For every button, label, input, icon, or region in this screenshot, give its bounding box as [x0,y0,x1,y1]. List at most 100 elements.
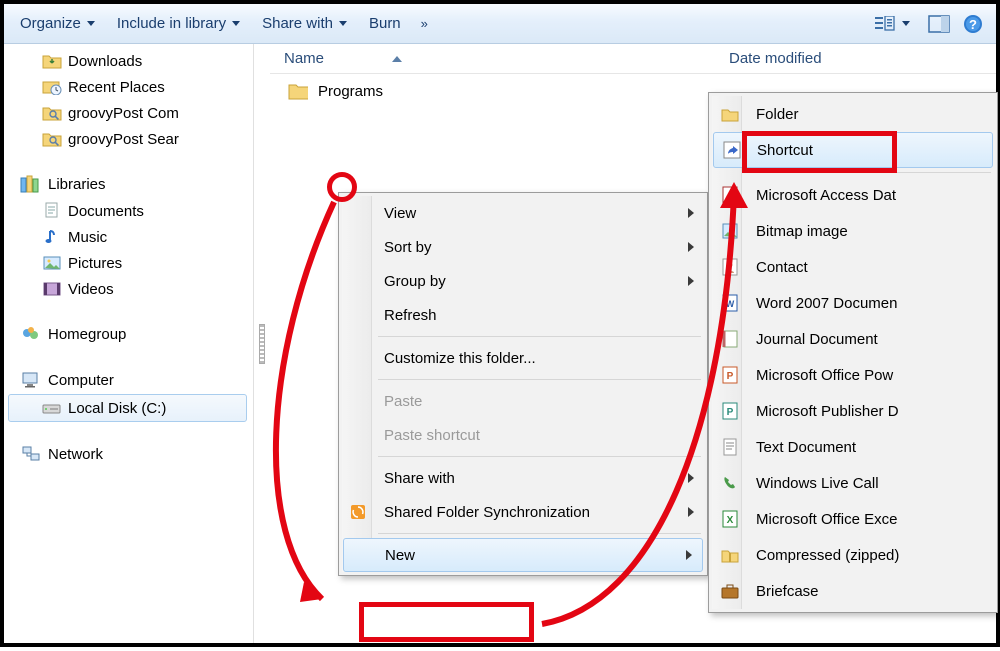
search-folder-icon [42,104,62,122]
ctx-group-by[interactable]: Group by [342,264,704,298]
sm-label: Journal Document [756,331,878,348]
svg-text:P: P [727,371,734,382]
ctx-refresh[interactable]: Refresh [342,298,704,332]
new-submenu: Folder Shortcut A Microsoft Access Dat B… [708,92,998,613]
sidebar-item-local-disk-c[interactable]: Local Disk (C:) [8,394,247,422]
tree-label: Music [68,229,107,246]
context-menu: View Sort by Group by Refresh Customize … [338,192,708,576]
new-bitmap[interactable]: Bitmap image [712,213,994,249]
submenu-arrow-icon [688,507,694,517]
new-live-call[interactable]: Windows Live Call [712,465,994,501]
access-icon: A [720,185,740,205]
sm-label: Contact [756,259,808,276]
shortcut-icon [722,140,742,160]
sm-label: Microsoft Access Dat [756,187,896,204]
tree-label: Videos [68,281,114,298]
sidebar-network[interactable]: Network [8,440,253,468]
new-publisher[interactable]: P Microsoft Publisher D [712,393,994,429]
disk-icon [42,399,62,417]
ctx-shared-folder-sync[interactable]: Shared Folder Synchronization [342,495,704,529]
ctx-share-with[interactable]: Share with [342,461,704,495]
svg-text:W: W [726,299,735,309]
tree-label: Libraries [48,176,106,193]
ctx-sort-by[interactable]: Sort by [342,230,704,264]
burn-label: Burn [369,15,401,32]
svg-text:?: ? [969,17,977,32]
tree-label: groovyPost Com [68,105,179,122]
zip-icon [720,545,740,565]
sidebar-item-downloads[interactable]: Downloads [8,48,253,74]
file-name: Programs [318,83,383,100]
ctx-customize-folder[interactable]: Customize this folder... [342,341,704,375]
sidebar-item-videos[interactable]: Videos [8,276,253,302]
pane-splitter[interactable] [254,44,270,643]
sm-label: Briefcase [756,583,819,600]
new-shortcut[interactable]: Shortcut [713,132,993,168]
ctx-paste: Paste [342,384,704,418]
new-folder[interactable]: Folder [712,96,994,132]
new-text[interactable]: Text Document [712,429,994,465]
sort-ascending-icon [392,56,402,62]
new-briefcase[interactable]: Briefcase [712,573,994,609]
recent-places-icon [42,78,62,96]
sidebar-homegroup[interactable]: Homegroup [8,320,253,348]
dropdown-arrow-icon [87,21,95,26]
sm-label: Windows Live Call [756,475,879,492]
svg-text:A: A [726,191,733,202]
share-label: Share with [262,15,333,32]
new-compressed[interactable]: Compressed (zipped) [712,537,994,573]
navigation-pane: Downloads Recent Places groovyPost Com [4,44,254,643]
splitter-grip-icon [259,324,265,364]
tree-label: Network [48,446,103,463]
new-excel[interactable]: X Microsoft Office Exce [712,501,994,537]
documents-icon [42,202,62,220]
toolbar: Organize Include in library Share with B… [4,4,996,44]
sidebar-item-gp-com[interactable]: groovyPost Com [8,100,253,126]
svg-text:P: P [727,407,734,418]
sidebar-libraries-header[interactable]: Libraries [8,170,253,198]
include-in-library-button[interactable]: Include in library [107,11,250,36]
new-journal[interactable]: Journal Document [712,321,994,357]
share-with-button[interactable]: Share with [252,11,357,36]
column-date-modified[interactable]: Date modified [715,50,836,67]
folder-icon [720,104,740,124]
new-contact[interactable]: Contact [712,249,994,285]
overflow-chevron-icon[interactable]: » [413,16,436,31]
sm-label: Microsoft Office Exce [756,511,897,528]
sidebar-item-recent-places[interactable]: Recent Places [8,74,253,100]
ctx-view[interactable]: View [342,196,704,230]
new-powerpoint[interactable]: P Microsoft Office Pow [712,357,994,393]
new-access[interactable]: A Microsoft Access Dat [712,177,994,213]
preview-pane-icon[interactable] [928,13,950,35]
tree-label: Homegroup [48,326,126,343]
dropdown-arrow-icon [339,21,347,26]
sidebar-item-gp-search[interactable]: groovyPost Sear [8,126,253,152]
new-word[interactable]: W Word 2007 Documen [712,285,994,321]
sm-label: Microsoft Publisher D [756,403,899,420]
column-name-label: Name [284,50,324,67]
tree-label: Documents [68,203,144,220]
view-options-button[interactable] [868,9,916,39]
briefcase-icon [720,581,740,601]
ctx-label: Group by [384,273,446,290]
tree-label: Recent Places [68,79,165,96]
excel-icon: X [720,509,740,529]
burn-button[interactable]: Burn [359,11,411,36]
sidebar-item-music[interactable]: Music [8,224,253,250]
organize-button[interactable]: Organize [10,11,105,36]
ctx-label: Refresh [384,307,437,324]
svg-text:X: X [727,515,734,526]
sidebar-computer-header[interactable]: Computer [8,366,253,394]
sync-icon [348,502,368,522]
sidebar-item-documents[interactable]: Documents [8,198,253,224]
computer-icon [20,370,42,390]
column-name[interactable]: Name [270,50,715,67]
sidebar-item-pictures[interactable]: Pictures [8,250,253,276]
ctx-label: Sort by [384,239,432,256]
sm-label: Compressed (zipped) [756,547,899,564]
powerpoint-icon: P [720,365,740,385]
sm-label: Word 2007 Documen [756,295,897,312]
help-icon[interactable]: ? [962,13,984,35]
ctx-new[interactable]: New [343,538,703,572]
sm-label: Text Document [756,439,856,456]
